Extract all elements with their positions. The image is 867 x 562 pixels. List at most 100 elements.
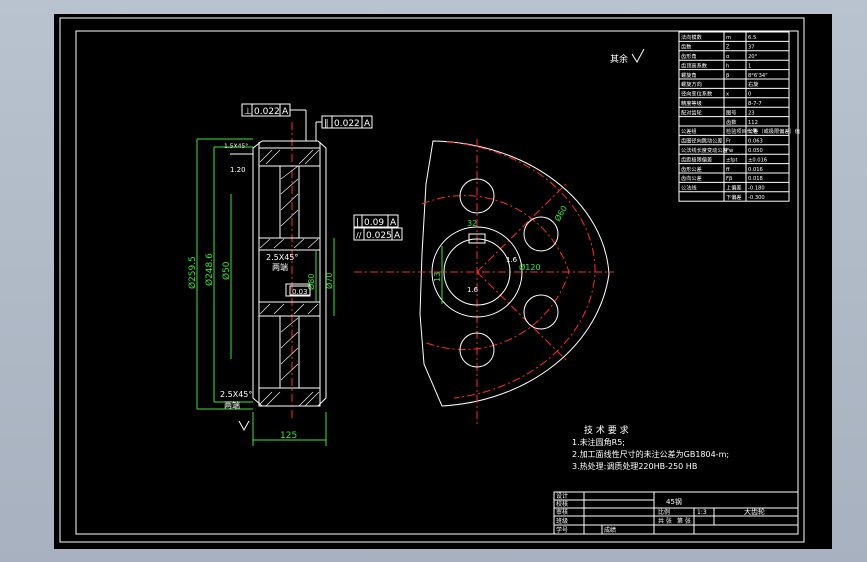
param-cell-14-1: ff bbox=[726, 167, 730, 173]
param-cell-3-2: 1 bbox=[748, 63, 751, 69]
web-lower bbox=[279, 315, 300, 389]
param-cell-8-2: 23 bbox=[748, 110, 755, 116]
dim-text-3: Ø50 bbox=[221, 261, 232, 280]
tb-label-2: 审核 bbox=[556, 508, 568, 516]
hub-upper bbox=[258, 237, 321, 251]
param-cell-15-1: Fβ bbox=[726, 176, 732, 182]
param-cell-12-1: Fw bbox=[726, 148, 734, 154]
chamfer-bottom: 2.5X45° bbox=[220, 390, 252, 399]
roughness-note: 其余 bbox=[610, 53, 628, 65]
param-cell-14-2: 0.016 bbox=[748, 167, 763, 173]
hole-lower-right bbox=[523, 294, 559, 330]
hole-dim: Ø60 bbox=[552, 204, 569, 223]
tol-1-symbol: ⊥ bbox=[244, 107, 252, 117]
rough-b: 1.6 bbox=[506, 256, 518, 264]
chamfer-bottom-note: 两端 bbox=[224, 400, 240, 410]
param-cell-0-2: 6.5 bbox=[748, 35, 756, 41]
param-cell-4-1: β bbox=[726, 73, 729, 79]
hatch-lower bbox=[259, 303, 320, 407]
tb-scale-label: 比例 bbox=[658, 508, 670, 516]
param-cell-16-2: -0.180 bbox=[748, 186, 765, 192]
parameter-table: 法向模数 m 6.5 齿数 Z 37 齿形角 α 20° 齿顶高系数 h 1 螺旋角 β 8°6'34" 螺旋… bbox=[678, 31, 800, 202]
param-cell-11-2: 0.063 bbox=[748, 139, 763, 145]
param-cell-15-2: 0.018 bbox=[748, 176, 763, 182]
tb-sheet-total: 共 张 bbox=[658, 517, 672, 525]
notes-line-1: 1.未注圆角R5; bbox=[572, 437, 625, 447]
tol-2-ref: A bbox=[364, 119, 371, 129]
notes-line-2: 2.加工面线性尺寸的未注公差为GB1804-m; bbox=[572, 449, 729, 459]
tol-2-value: 0.022 bbox=[334, 119, 360, 129]
param-cell-4-2: 8°6'34" bbox=[748, 73, 768, 79]
tol-a-val: 0.09 bbox=[364, 218, 384, 228]
param-cell-6-1: x bbox=[726, 92, 729, 98]
hub-lower bbox=[258, 301, 321, 317]
keyway-h: 13 bbox=[433, 272, 442, 282]
hatch-upper bbox=[259, 149, 320, 249]
tb-part-name: 大齿轮 bbox=[744, 507, 765, 516]
dim-text-1: Ø259.5 bbox=[187, 256, 198, 289]
tb-label-4: 学号 bbox=[556, 526, 568, 534]
rim-upper bbox=[258, 147, 321, 167]
param-cell-7-2: 8-7-7 bbox=[748, 101, 762, 107]
param-cell-3-0: 齿顶高系数 bbox=[681, 61, 708, 69]
param-cell-10-2: 公差（或极限偏差）值 bbox=[748, 127, 800, 135]
param-cell-6-2: 0 bbox=[748, 92, 751, 98]
param-cell-10-0: 公差组 bbox=[681, 127, 697, 135]
drawing-svg: ⊥ 0.022 A ∥ 0.022 A 1.5X45° 1.20 Ø259.5 … bbox=[59, 17, 805, 543]
cad-viewport: ⊥ 0.022 A ∥ 0.022 A 1.5X45° 1.20 Ø259.5 … bbox=[0, 0, 867, 562]
param-cell-5-2: 右旋 bbox=[748, 80, 759, 88]
tb-label-1: 校核 bbox=[556, 500, 568, 508]
section-view: ⊥ 0.022 A ∥ 0.022 A 1.5X45° 1.20 Ø259.5 … bbox=[187, 103, 373, 446]
param-cell-9-1: 齿数 bbox=[726, 118, 737, 126]
tb-material: 45钢 bbox=[666, 497, 682, 506]
param-cell-9-2: 112 bbox=[748, 120, 758, 126]
tol-b-ref: A bbox=[394, 231, 401, 241]
notes-title: 技 术 要 求 bbox=[584, 424, 629, 436]
dim-box-val: 0.03 bbox=[292, 288, 308, 296]
param-cell-7-0: 精度等级 bbox=[681, 99, 702, 107]
hole-upper-right bbox=[523, 216, 559, 252]
param-cell-2-1: α bbox=[726, 54, 730, 60]
tb-label-3: 班级 bbox=[556, 517, 568, 525]
param-cell-0-0: 法向模数 bbox=[681, 33, 703, 41]
drawing-canvas[interactable]: ⊥ 0.022 A ∥ 0.022 A 1.5X45° 1.20 Ø259.5 … bbox=[54, 14, 832, 549]
param-cell-0-1: m bbox=[726, 35, 731, 41]
chamfer-mid-note: 两端 bbox=[272, 262, 288, 272]
front-view: 13 32 Ø120 Ø60 1.6 1.6 | 0.09 A // 0.025… bbox=[353, 139, 614, 426]
param-cell-2-2: 20° bbox=[748, 54, 758, 60]
tb-sheet-no: 第 张 bbox=[677, 517, 691, 525]
param-cell-14-0: 齿形公差 bbox=[681, 165, 702, 173]
param-cell-12-2: 0.050 bbox=[748, 148, 763, 154]
param-cell-8-1: 图号 bbox=[726, 109, 736, 116]
param-cell-2-0: 齿形角 bbox=[681, 52, 697, 60]
param-cell-4-0: 螺旋角 bbox=[681, 71, 697, 79]
param-cell-16-0: 公法线 bbox=[681, 184, 697, 192]
title-block: 设计 校核 审核 班级 学号 成绩 45钢 比例 1:3 大齿轮 共 张 第 张 bbox=[553, 491, 799, 535]
param-cell-13-1: ±fpt bbox=[726, 157, 738, 163]
param-cell-15-0: 齿向公差 bbox=[681, 174, 702, 182]
param-cell-13-0: 齿距极限偏差 bbox=[681, 155, 712, 163]
gear-outline bbox=[419, 140, 610, 407]
param-cell-17-2: -0.300 bbox=[748, 195, 765, 201]
notes-line-3: 3.热处理:调质处理220HB-250 HB bbox=[572, 461, 697, 471]
gear-rim-outline bbox=[252, 140, 327, 407]
tb-label-0: 设计 bbox=[556, 492, 568, 500]
bore-dim: Ø120 bbox=[519, 262, 541, 272]
tol-1-ref: A bbox=[282, 107, 289, 117]
param-cell-8-0: 配对齿轮 bbox=[681, 108, 702, 116]
tb-org: 成绩 bbox=[604, 526, 616, 534]
tol-b-val: 0.025 bbox=[366, 231, 392, 241]
param-cell-16-1: 上偏差 bbox=[726, 184, 742, 192]
tech-notes: 技 术 要 求 1.未注圆角R5; 2.加工面线性尺寸的未注公差为GB1804-… bbox=[572, 424, 729, 471]
param-cell-1-2: 37 bbox=[748, 45, 755, 51]
param-cell-5-0: 螺旋方向 bbox=[681, 80, 702, 88]
param-cell-12-0: 公法线长度变动公差 bbox=[681, 146, 728, 154]
dim-text-5: Ø70 bbox=[324, 273, 334, 289]
chamfer-mid: 2.5X45° bbox=[266, 253, 298, 262]
param-cell-1-1: Z bbox=[726, 45, 730, 51]
param-cell-17-1: 下偏差 bbox=[726, 193, 742, 201]
tol-a-sym: | bbox=[356, 218, 359, 228]
rim-lower bbox=[258, 387, 321, 407]
param-cell-1-0: 齿数 bbox=[681, 43, 692, 51]
tb-scale: 1:3 bbox=[697, 509, 707, 516]
